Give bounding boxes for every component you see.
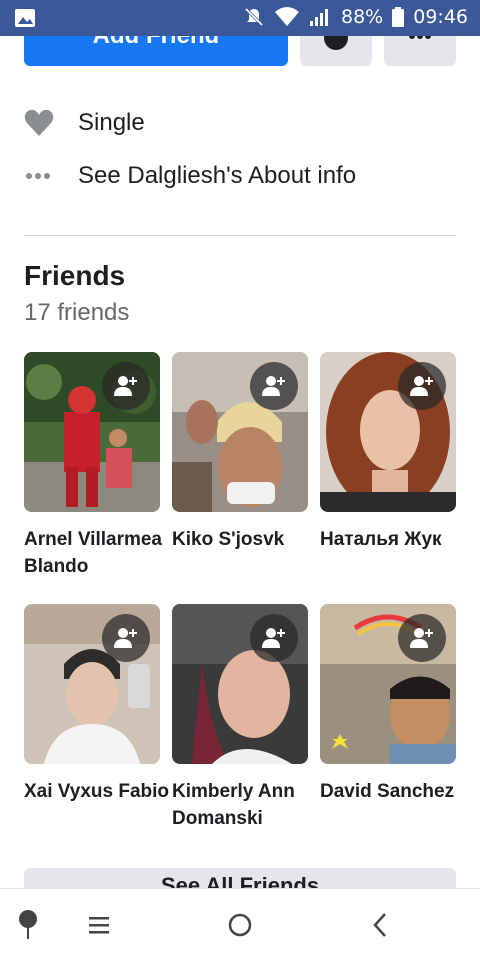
- friend-photo[interactable]: [320, 604, 456, 764]
- add-friend-badge[interactable]: [102, 614, 150, 662]
- battery-percent: 88%: [341, 6, 384, 28]
- add-friend-badge[interactable]: [398, 362, 446, 410]
- friend-card[interactable]: Xai Vyxus Fabio: [24, 604, 169, 805]
- about-info-row[interactable]: See Dalgliesh's About info: [24, 156, 356, 196]
- clock: 09:46: [413, 6, 468, 28]
- friends-count[interactable]: 17 friends: [24, 299, 129, 327]
- add-person-icon: [114, 376, 137, 396]
- ellipsis-icon: [24, 161, 54, 191]
- add-friend-badge[interactable]: [250, 614, 298, 662]
- friend-name[interactable]: David Sanchez: [320, 778, 470, 805]
- friend-card[interactable]: Arnel Villarmea Blando: [24, 352, 162, 580]
- friend-card[interactable]: David Sanchez: [320, 604, 456, 805]
- friend-card[interactable]: Наталья Жук: [320, 352, 456, 553]
- section-divider: [24, 235, 456, 236]
- pin-icon[interactable]: [12, 909, 44, 941]
- relationship-status: Single: [78, 109, 145, 136]
- friend-name[interactable]: Kiko S'josvk: [172, 526, 322, 553]
- about-info-link[interactable]: See Dalgliesh's About info: [78, 162, 356, 190]
- friends-section-title: Friends: [24, 260, 126, 291]
- add-person-icon: [262, 628, 285, 648]
- friend-photo[interactable]: [24, 604, 160, 764]
- friend-name[interactable]: Arnel Villarmea Blando: [24, 526, 174, 580]
- add-friend-badge[interactable]: [250, 362, 298, 410]
- add-person-icon: [410, 628, 433, 648]
- home-circle-icon[interactable]: [224, 909, 256, 941]
- back-icon[interactable]: [364, 909, 396, 941]
- heart-icon: [24, 108, 54, 138]
- friend-name[interactable]: Наталья Жук: [320, 526, 470, 553]
- friend-photo[interactable]: [24, 352, 160, 512]
- status-bar: 88% 09:46: [0, 0, 480, 36]
- add-person-icon: [410, 376, 433, 396]
- signal-icon: [309, 7, 333, 27]
- friend-card[interactable]: Kimberly Ann Domanski: [172, 604, 308, 832]
- friend-name[interactable]: Kimberly Ann Domanski: [172, 778, 322, 832]
- wifi-icon: [273, 6, 301, 28]
- battery-icon: [391, 6, 405, 28]
- add-person-icon: [262, 376, 285, 396]
- system-nav-bar: [0, 888, 480, 960]
- menu-icon[interactable]: [83, 909, 115, 941]
- add-friend-badge[interactable]: [398, 614, 446, 662]
- add-friend-badge[interactable]: [102, 362, 150, 410]
- mute-icon: [243, 6, 265, 28]
- friend-card[interactable]: Kiko S'josvk: [172, 352, 308, 553]
- gallery-notification-icon: [14, 8, 36, 33]
- friend-photo[interactable]: [320, 352, 456, 512]
- friend-name[interactable]: Xai Vyxus Fabio: [24, 778, 174, 805]
- friend-photo[interactable]: [172, 604, 308, 764]
- relationship-row: Single: [24, 103, 145, 143]
- add-person-icon: [114, 628, 137, 648]
- friend-photo[interactable]: [172, 352, 308, 512]
